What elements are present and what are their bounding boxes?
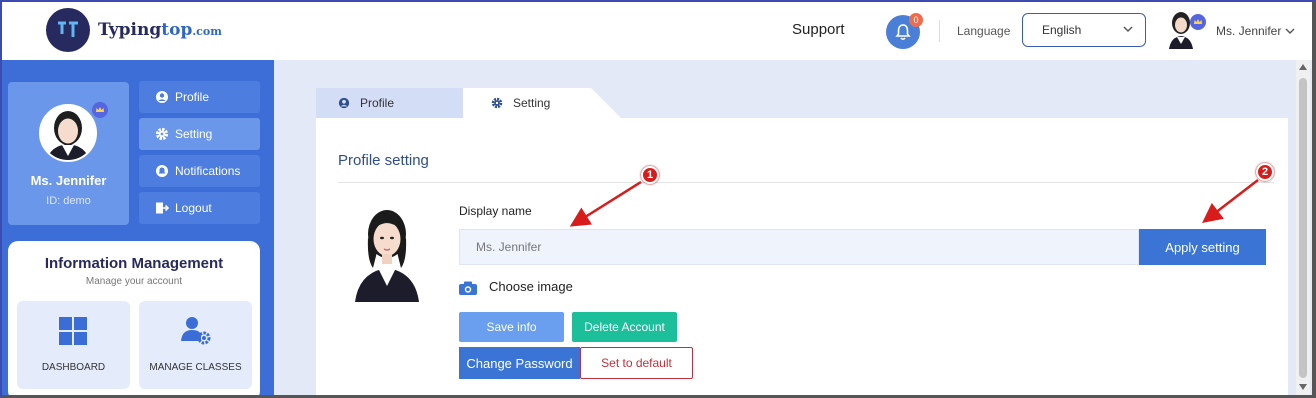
- dashboard-grid-icon: [59, 317, 87, 345]
- crown-icon: [92, 102, 108, 118]
- change-password-button[interactable]: Change Password: [459, 347, 580, 379]
- user-gear-icon: [181, 317, 211, 345]
- sidebar-item-notifications[interactable]: Notifications: [139, 155, 260, 187]
- sidebar-item-setting[interactable]: Setting: [139, 118, 260, 150]
- profile-id: ID: demo: [46, 195, 91, 207]
- camera-icon: [459, 281, 477, 295]
- divider: [338, 182, 1274, 183]
- bell-icon: [895, 24, 911, 41]
- language-select[interactable]: English: [1022, 13, 1146, 47]
- scrollbar-thumb[interactable]: [1299, 78, 1307, 378]
- user-circle-icon: [338, 97, 350, 109]
- sidebar-item-logout[interactable]: Logout: [139, 192, 260, 224]
- user-circle-icon: [156, 91, 168, 103]
- dashboard-tile[interactable]: DASHBOARD: [17, 301, 130, 389]
- set-to-default-button[interactable]: Set to default: [580, 347, 693, 379]
- profile-name: Ms. Jennifer: [30, 173, 107, 188]
- scroll-down-icon[interactable]: [1299, 384, 1307, 390]
- information-management-card: Information Management Manage your accou…: [8, 241, 260, 398]
- apply-setting-button[interactable]: Apply setting: [1139, 229, 1266, 265]
- tab-profile[interactable]: Profile: [316, 88, 486, 118]
- chevron-down-icon: [1123, 26, 1133, 32]
- support-link[interactable]: Support: [792, 21, 845, 38]
- info-title: Information Management: [44, 255, 224, 272]
- language-label: Language: [957, 24, 1011, 38]
- sidebar: Ms. Jennifer ID: demo Profile Setting No…: [2, 60, 274, 398]
- profile-card: Ms. Jennifer ID: demo: [8, 82, 129, 225]
- info-subtitle: Manage your account: [85, 276, 183, 287]
- top-header: Typingtop.com Support 0 Language English…: [2, 2, 1312, 60]
- language-value: English: [1042, 23, 1082, 37]
- display-name-label: Display name: [459, 204, 532, 218]
- annotation-badge-2: 2: [1256, 163, 1274, 181]
- save-info-button[interactable]: Save info: [459, 312, 564, 342]
- header-divider: [939, 20, 940, 42]
- scroll-up-icon[interactable]: [1299, 64, 1307, 70]
- sidebar-item-profile[interactable]: Profile: [139, 81, 260, 113]
- logout-icon: [156, 202, 169, 214]
- user-name-menu[interactable]: Ms. Jennifer: [1216, 24, 1281, 38]
- gear-icon: [155, 127, 169, 141]
- crown-icon: [1190, 14, 1206, 30]
- delete-account-button[interactable]: Delete Account: [572, 312, 677, 342]
- tab-setting[interactable]: Setting: [463, 88, 621, 118]
- profile-avatar: [39, 104, 97, 162]
- profile-photo: [351, 202, 423, 302]
- display-name-input[interactable]: [459, 229, 1139, 265]
- annotation-badge-1: 1: [641, 166, 659, 184]
- bell-icon: [156, 165, 168, 177]
- manage-classes-tile[interactable]: MANAGE CLASSES: [139, 301, 252, 389]
- logo-text[interactable]: Typingtop.com: [98, 20, 222, 40]
- page-title: Profile setting: [338, 152, 429, 169]
- chevron-down-icon[interactable]: [1285, 27, 1295, 35]
- gear-icon: [491, 97, 503, 109]
- logo-icon[interactable]: [46, 8, 90, 52]
- notification-count-badge: 0: [909, 13, 923, 27]
- vertical-scrollbar[interactable]: [1296, 60, 1310, 398]
- setting-panel: Profile setting Display name Apply setti…: [316, 118, 1288, 398]
